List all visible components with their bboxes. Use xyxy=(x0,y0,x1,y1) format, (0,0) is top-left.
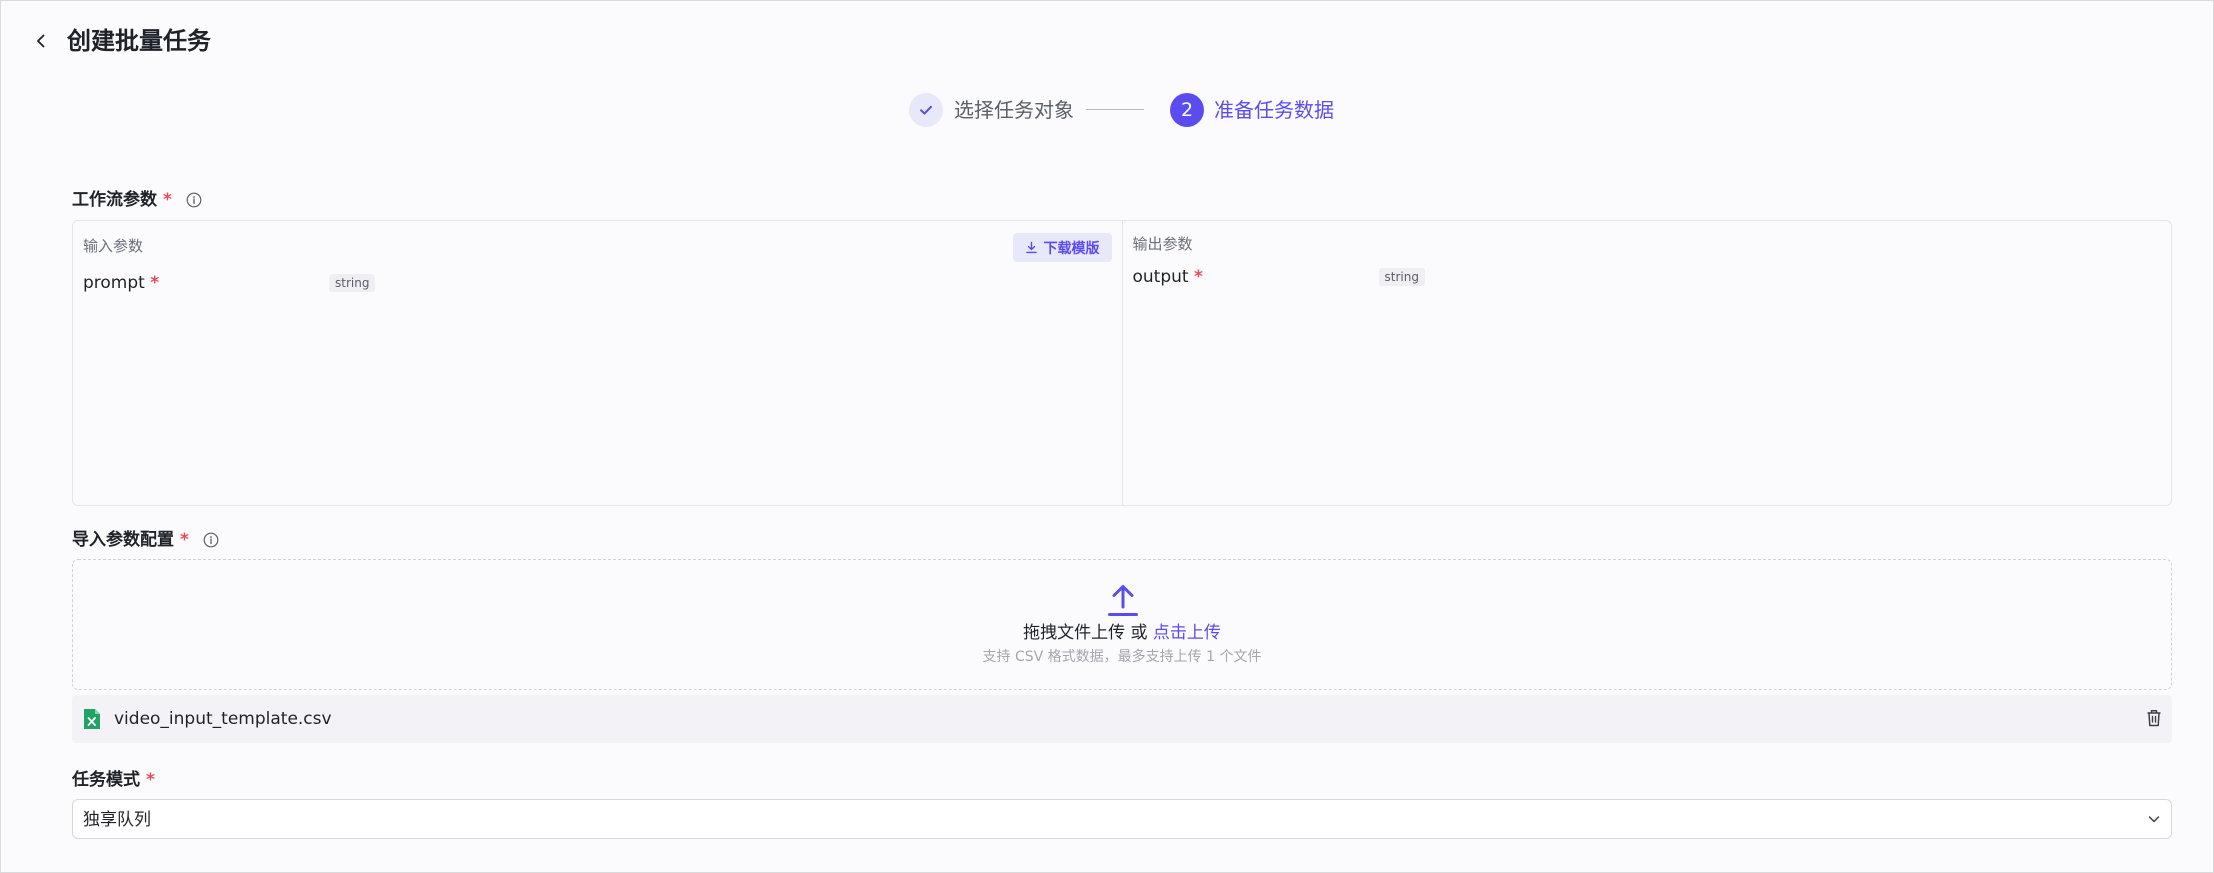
excel-file-icon xyxy=(84,709,100,729)
download-template-label: 下载模版 xyxy=(1043,240,1100,257)
download-template-button[interactable]: 下载模版 xyxy=(1012,233,1112,262)
workflow-params-label: 工作流参数 * xyxy=(72,188,202,212)
upload-dropzone[interactable]: 拖拽文件上传 或 点击上传 支持 CSV 格式数据，最多支持上传 1 个文件 xyxy=(72,559,2172,690)
required-mark: * xyxy=(163,190,172,210)
input-param-name-wrap: prompt * xyxy=(83,273,329,293)
step-2-label: 准备任务数据 xyxy=(1214,98,1334,122)
stepper: 选择任务对象 2 准备任务数据 xyxy=(1,91,2213,129)
step-1-label[interactable]: 选择任务对象 xyxy=(954,91,1074,129)
info-icon[interactable] xyxy=(186,192,202,208)
check-icon xyxy=(920,105,932,115)
trash-icon[interactable] xyxy=(2146,709,2162,727)
required-mark: * xyxy=(150,273,160,293)
info-icon[interactable] xyxy=(203,532,219,548)
file-name: video_input_template.csv xyxy=(114,709,332,729)
required-mark: * xyxy=(180,530,189,550)
task-mode-text: 任务模式 xyxy=(72,770,140,790)
output-params-column: 输出参数 output * string xyxy=(1121,221,2172,505)
type-tag: string xyxy=(329,274,376,292)
click-upload-link[interactable]: 点击上传 xyxy=(1153,623,1221,643)
chevron-down-icon xyxy=(2148,816,2160,823)
input-params-title: 输入参数 xyxy=(83,237,144,255)
download-icon xyxy=(1025,241,1037,254)
uploaded-file-row: video_input_template.csv xyxy=(72,695,2172,743)
required-mark: * xyxy=(1193,267,1203,287)
step-1-circle[interactable] xyxy=(909,93,943,127)
upload-icon xyxy=(1108,585,1138,616)
required-mark: * xyxy=(146,770,155,790)
page-title: 创建批量任务 xyxy=(67,27,211,55)
upload-text: 拖拽文件上传 或 点击上传 xyxy=(73,621,2171,645)
output-params-title: 输出参数 xyxy=(1132,235,1193,253)
back-button[interactable] xyxy=(27,27,55,55)
output-param-name: output xyxy=(1132,267,1189,287)
task-mode-label: 任务模式 * xyxy=(72,768,155,792)
input-param-name: prompt xyxy=(83,273,145,293)
upload-hint: 支持 CSV 格式数据，最多支持上传 1 个文件 xyxy=(982,649,1262,665)
workflow-params-text: 工作流参数 xyxy=(72,190,157,210)
task-mode-value: 独享队列 xyxy=(83,810,151,830)
input-params-column: 输入参数 下载模版 prompt * string xyxy=(73,221,1122,505)
upload-instruction: 拖拽文件上传 或 xyxy=(1023,623,1153,643)
import-config-text: 导入参数配置 xyxy=(72,530,174,550)
import-config-label: 导入参数配置 * xyxy=(72,528,219,552)
step-2-circle: 2 xyxy=(1170,93,1204,127)
output-param-row: output * string xyxy=(1133,267,1425,287)
step-divider xyxy=(1086,109,1144,110)
chevron-left-icon xyxy=(37,34,45,48)
output-param-name-wrap: output * xyxy=(1133,267,1379,287)
task-mode-select[interactable]: 独享队列 xyxy=(72,799,2172,839)
type-tag: string xyxy=(1378,268,1425,286)
page-frame: 创建批量任务 选择任务对象 2 准备任务数据 工作流参数 * 输入参数 下载模版… xyxy=(0,0,2214,873)
params-box: 输入参数 下载模版 prompt * string 输出参数 output * … xyxy=(72,220,2172,506)
input-param-row: prompt * string xyxy=(83,273,376,293)
